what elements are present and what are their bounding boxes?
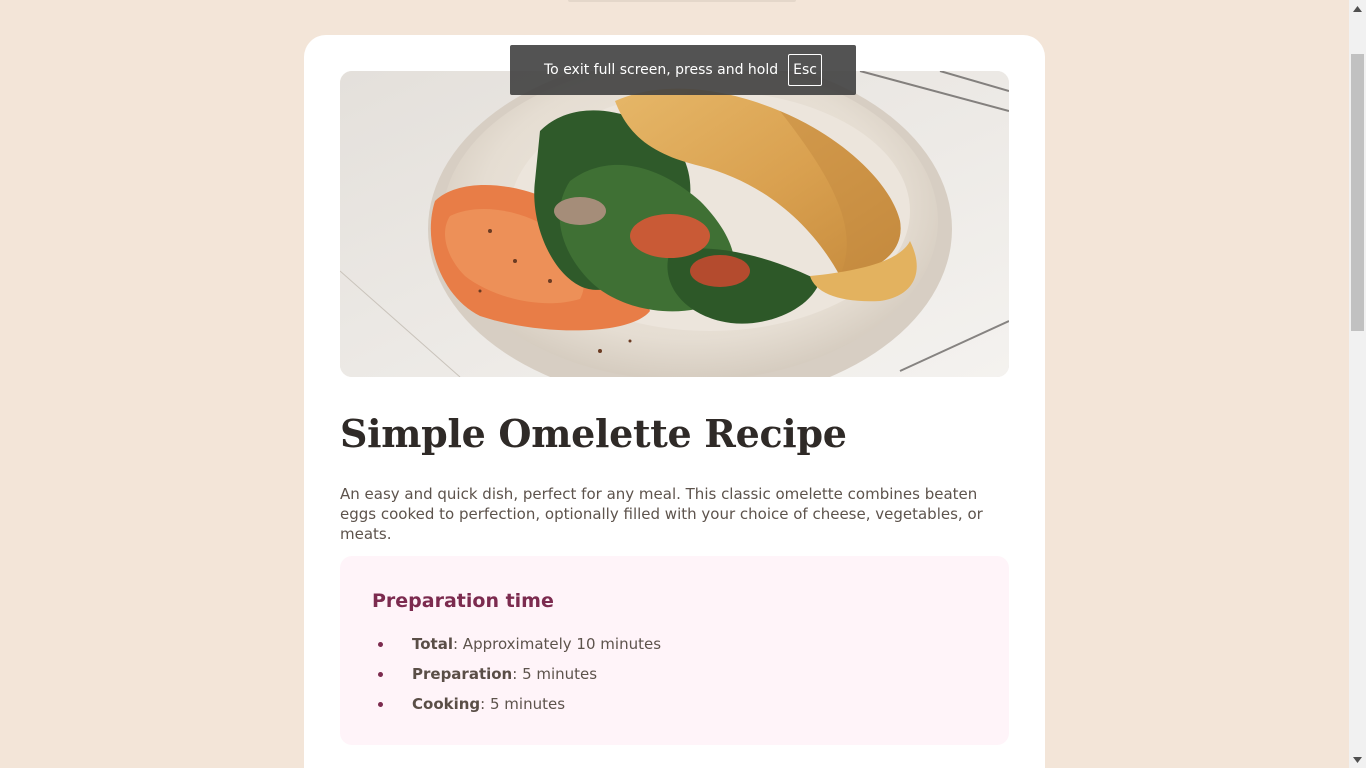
page: Simple Omelette Recipe An easy and quick… [0, 0, 1366, 768]
prep-item-label: Cooking [412, 695, 481, 713]
triangle-down-icon [1353, 756, 1362, 763]
esc-key-badge: Esc [788, 54, 822, 86]
top-edge-remnant [568, 0, 796, 2]
scrollbar-thumb[interactable] [1351, 54, 1364, 331]
preparation-time-box: Preparation time Total: Approximately 10… [340, 556, 1009, 745]
preparation-time-heading: Preparation time [372, 590, 554, 612]
vertical-scrollbar[interactable] [1349, 0, 1366, 768]
disc-bullet-icon [378, 702, 383, 707]
preparation-time-list: Total: Approximately 10 minutes Preparat… [372, 629, 661, 719]
prep-item-label: Preparation [412, 665, 513, 683]
omelette-photo-illustration [340, 71, 1009, 377]
disc-bullet-icon [378, 672, 383, 677]
scroll-down-button[interactable] [1349, 751, 1366, 768]
prep-item-value: : 5 minutes [512, 665, 598, 683]
scroll-up-button[interactable] [1349, 0, 1366, 17]
recipe-description: An easy and quick dish, perfect for any … [340, 485, 983, 543]
fullscreen-exit-toast: To exit full screen, press and hold Esc [510, 45, 856, 95]
prep-item-label: Total [412, 635, 453, 653]
list-item: Total: Approximately 10 minutes [372, 629, 661, 659]
recipe-title: Simple Omelette Recipe [340, 411, 847, 456]
triangle-up-icon [1353, 5, 1362, 12]
prep-item-value: : 5 minutes [480, 695, 566, 713]
prep-item-value: : Approximately 10 minutes [452, 635, 662, 653]
toast-message: To exit full screen, press and hold [544, 62, 779, 78]
list-item: Cooking: 5 minutes [372, 689, 661, 719]
hero-image [340, 71, 1009, 377]
list-item: Preparation: 5 minutes [372, 659, 661, 689]
disc-bullet-icon [378, 642, 383, 647]
recipe-card: Simple Omelette Recipe An easy and quick… [304, 35, 1045, 768]
